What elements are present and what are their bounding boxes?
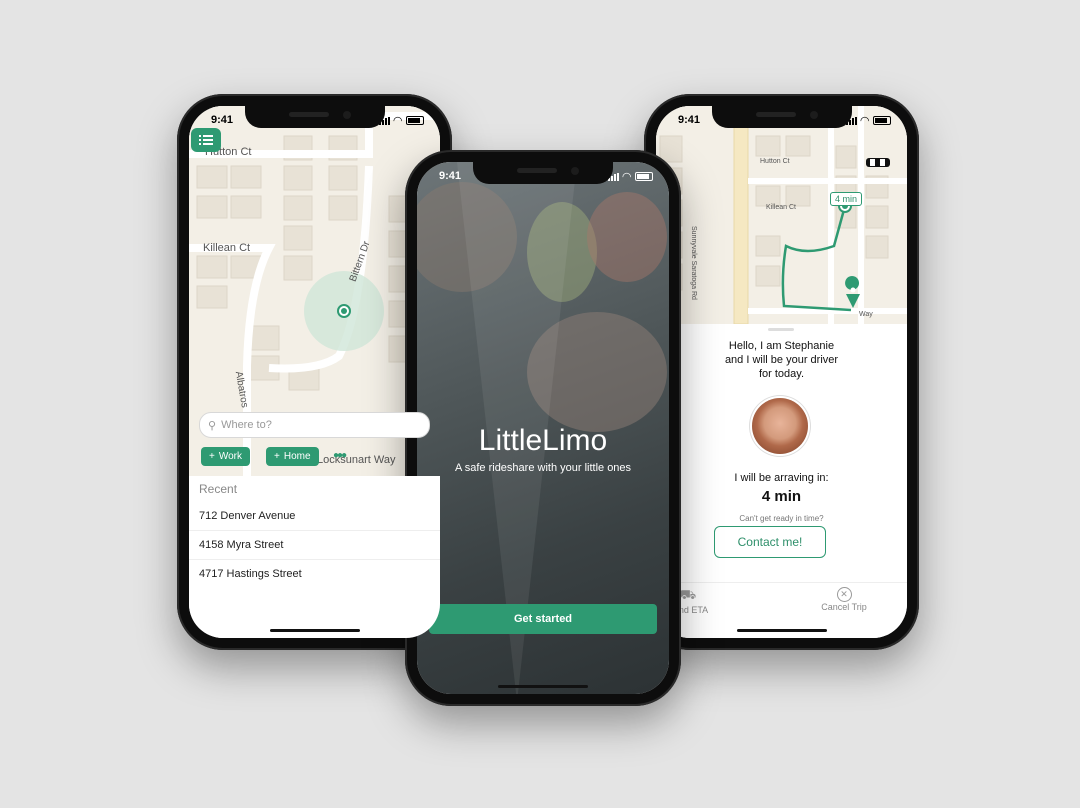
wifi-icon: ◠: [860, 115, 869, 127]
notch: [711, 106, 852, 128]
tab-bar: ⛟ Send ETA ✕ Cancel Trip: [656, 582, 907, 621]
notch: [473, 162, 613, 184]
list-item[interactable]: 4158 Myra Street: [189, 531, 440, 560]
greeting-line-2: and I will be your driver: [724, 354, 839, 366]
left-screen: 9:41 ◠ Hutton Ct Killean Ct Bittern Dr A…: [189, 106, 440, 638]
app-subtitle: A safe rideshare with your little ones: [454, 462, 632, 474]
home-chip[interactable]: + Home: [266, 447, 319, 466]
cancel-trip-label: Cancel Trip: [821, 602, 867, 612]
eta-badge: 4 min: [830, 192, 863, 206]
plus-icon: +: [209, 451, 215, 462]
list-icon: [199, 135, 213, 145]
battery-icon: [873, 116, 891, 125]
street-label-killean: Killean Ct: [203, 242, 251, 254]
map-view[interactable]: Hutton Ct Killean Ct Bittern Dr Albatros…: [189, 106, 440, 506]
contact-button[interactable]: Contact me!: [714, 526, 826, 558]
route-map[interactable]: Sunnyvale Saratoga Rd Hutton Ct Killean …: [656, 106, 907, 324]
search-input[interactable]: ⚲ Where to?: [199, 412, 430, 438]
status-time: 9:41: [678, 114, 701, 126]
arriving-label: I will be arraving in:: [734, 472, 829, 484]
recent-list: Recent 712 Denver Avenue 4158 Myra Stree…: [189, 476, 440, 638]
street-label-locksunart: Locksunart Way: [317, 454, 396, 466]
street-label-way: Way: [859, 311, 873, 318]
street-label-killean: Killean Ct: [766, 204, 796, 211]
avatar: [752, 398, 808, 454]
work-label: Work: [218, 451, 242, 462]
plus-icon: +: [274, 451, 280, 462]
center-phone: 9:41 ◠ LittleLimo A safe rideshare with …: [405, 150, 681, 706]
battery-icon: [635, 172, 653, 181]
right-screen: 9:41 ◠ Sunnyvale Saratoga Rd Hutton Ct K…: [656, 106, 907, 638]
arriving-value: 4 min: [761, 488, 802, 505]
greeting-line-3: for today.: [758, 368, 805, 380]
greeting-line-1: Hello, I am Stephanie: [728, 340, 835, 352]
wifi-icon: ◠: [622, 171, 631, 183]
recent-header: Recent: [199, 482, 238, 496]
home-indicator: [269, 629, 360, 632]
wifi-icon: ◠: [393, 115, 402, 127]
get-started-button[interactable]: Get started: [429, 604, 657, 634]
work-chip[interactable]: + Work: [201, 447, 250, 466]
home-indicator: [498, 685, 588, 688]
cancel-trip-tab[interactable]: ✕ Cancel Trip: [804, 587, 884, 612]
list-item[interactable]: 4717 Hastings Street: [189, 560, 440, 588]
notch: [244, 106, 385, 128]
list-item[interactable]: 712 Denver Avenue: [189, 502, 440, 531]
battery-icon: [406, 116, 424, 125]
street-label-sunnyvale: Sunnyvale Saratoga Rd: [690, 226, 697, 300]
status-time: 9:41: [439, 170, 462, 182]
status-time: 9:41: [211, 114, 234, 126]
app-title: LittleLimo: [478, 424, 608, 457]
right-phone: 9:41 ◠ Sunnyvale Saratoga Rd Hutton Ct K…: [644, 94, 919, 650]
cant-ready-text: Can't get ready in time?: [739, 514, 824, 523]
more-icon[interactable]: ●●●: [333, 450, 347, 461]
home-label: Home: [283, 451, 311, 462]
search-placeholder: Where to?: [221, 419, 272, 431]
drag-handle[interactable]: [768, 328, 794, 331]
street-label-hutton: Hutton Ct: [760, 158, 790, 165]
search-icon: ⚲: [208, 419, 217, 432]
close-icon: ✕: [836, 587, 852, 602]
home-indicator: [736, 629, 827, 632]
center-screen: 9:41 ◠ LittleLimo A safe rideshare with …: [417, 162, 669, 694]
